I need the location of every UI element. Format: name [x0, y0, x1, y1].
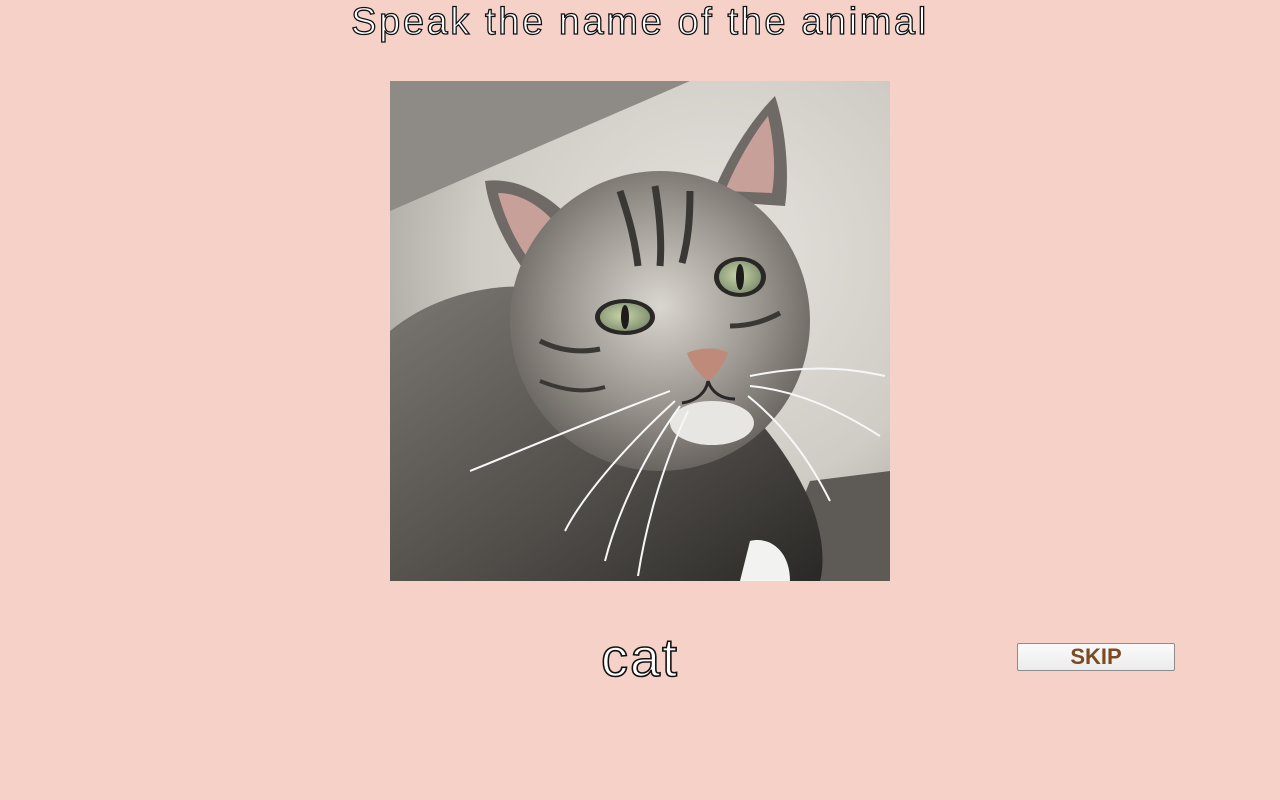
instruction-text: Speak the name of the animal — [351, 0, 929, 43]
skip-button[interactable]: SKIP — [1017, 643, 1175, 671]
animal-image — [390, 81, 890, 581]
game-screen: Speak the name of the animal cat SKIP — [0, 0, 1280, 800]
